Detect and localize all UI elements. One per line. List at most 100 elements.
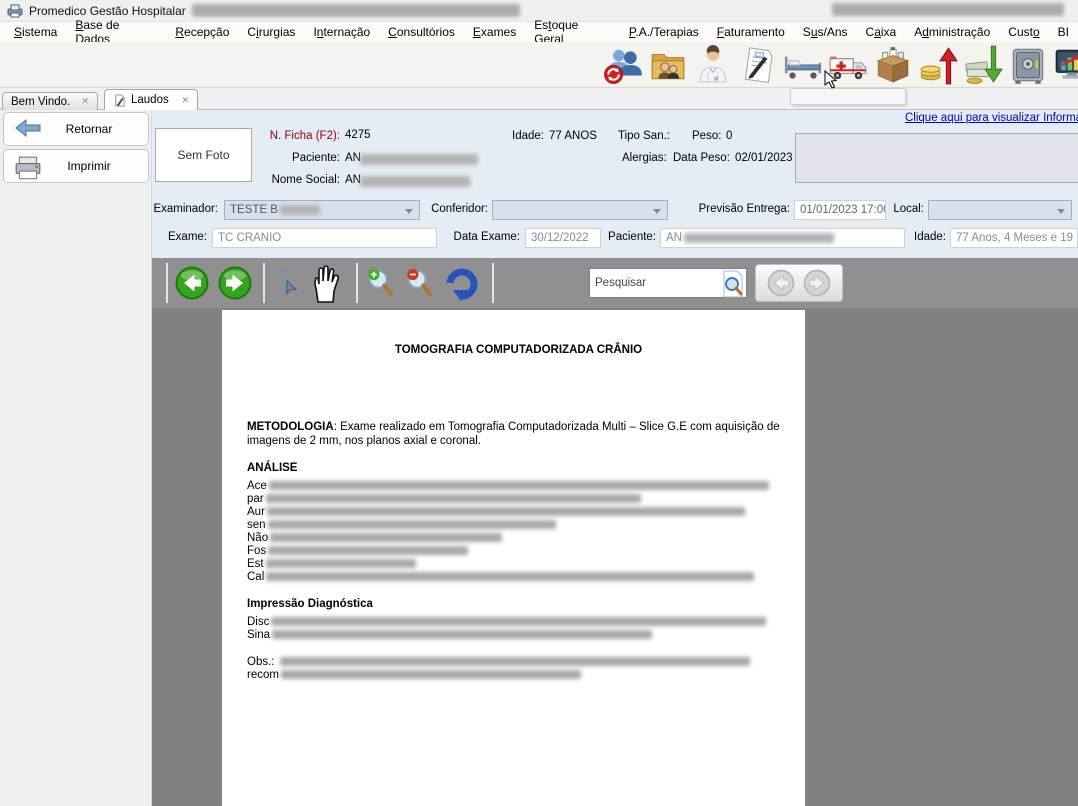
close-icon[interactable]: ✕ (181, 95, 189, 106)
redacted-text (270, 533, 502, 542)
idade-value: 77 ANOS (549, 130, 597, 142)
data-peso-label: Data Peso: (673, 152, 730, 164)
app-icon (7, 3, 23, 19)
redacted-text (280, 657, 750, 666)
menu-faturamento[interactable]: Faturamento (708, 23, 794, 41)
medical-report-icon[interactable] (737, 44, 779, 86)
pharmacy-stock-icon[interactable] (872, 44, 914, 86)
prev-result-button[interactable] (766, 268, 796, 298)
hospital-bed-icon[interactable] (782, 44, 824, 86)
nav-prev-icon[interactable] (174, 265, 210, 301)
refresh-icon[interactable] (442, 263, 482, 303)
peso-value: 0 (726, 130, 732, 142)
menu-sus-ans[interactable]: Sus/Ans (794, 23, 857, 41)
empty-tooltip (790, 88, 906, 105)
paciente-value-prefix: AN (345, 152, 361, 164)
examinador-select[interactable]: TESTE B (224, 200, 420, 220)
tab-bem-vindo[interactable]: Bem Vindo. ✕ (2, 92, 98, 110)
nome-social-value-prefix: AN (345, 174, 361, 186)
result-nav-group (755, 264, 843, 302)
toolbar-separator (166, 263, 168, 303)
nav-next-icon[interactable] (217, 265, 253, 301)
previsao-input[interactable]: 01/01/2023 17:00 (794, 200, 886, 220)
line-prefix: Aur (247, 506, 265, 518)
redacted-examinador-name (280, 205, 320, 215)
tab-laudos[interactable]: Laudos ✕ (104, 89, 198, 110)
conferidor-select[interactable] (492, 200, 668, 220)
redacted-titlebar-text (832, 3, 1064, 16)
sync-users-icon[interactable] (602, 44, 644, 86)
idade-label: Idade: (512, 130, 544, 142)
impressao-lines: DiscSina (247, 615, 790, 641)
menu-p-a-terapias[interactable]: P.A./Terapias (620, 23, 708, 41)
doctor-icon[interactable] (692, 44, 734, 86)
menu-sistema[interactable]: Sistema (5, 23, 66, 41)
menu-caixa[interactable]: Caixa (857, 23, 906, 41)
patient-folder-icon[interactable] (647, 44, 689, 86)
redacted-line: Fos (247, 544, 790, 557)
nome-social-label: Nome Social: (236, 174, 340, 186)
report-viewer: TOMOGRAFIA COMPUTADORIZADA CRÂNIO METODO… (152, 308, 1078, 806)
redacted-line: Est (247, 557, 790, 570)
next-result-button[interactable] (802, 268, 832, 298)
menu-cirurgias[interactable]: Cirurgias (238, 23, 304, 41)
text-select-icon[interactable] (271, 267, 299, 299)
view-info-link[interactable]: Clique aqui para visualizar Informaç (905, 112, 1078, 124)
redacted-patient-name (360, 176, 470, 187)
exam-header-panel: Clique aqui para visualizar Informaç Sem… (152, 110, 1078, 258)
return-button[interactable]: Retornar (3, 112, 149, 146)
local-select[interactable] (928, 200, 1072, 220)
redacted-patient-name (360, 154, 478, 165)
paciente-exame-input[interactable]: AN (660, 228, 905, 248)
zoom-out-icon[interactable] (403, 266, 435, 300)
main-toolbar (0, 42, 1078, 88)
redacted-text (266, 572, 754, 581)
idade-exame-input[interactable]: 77 Anos, 4 Meses e 19 D (950, 228, 1078, 248)
impressao-heading: Impressão Diagnóstica (247, 598, 790, 610)
safe-icon[interactable] (1007, 44, 1049, 86)
paciente-exame-label: Paciente: (606, 231, 656, 243)
menu-administra-o[interactable]: Administração (905, 23, 999, 41)
redacted-line: Ace (247, 479, 790, 492)
examinador-label: Examinador: (152, 203, 218, 215)
toolbar-separator (356, 263, 358, 303)
bi-chart-icon[interactable] (1052, 44, 1078, 86)
analise-heading: ANÁLISE (247, 462, 790, 474)
line-prefix: Ace (247, 480, 267, 492)
left-action-panel: Retornar Imprimir (0, 110, 152, 806)
menu-bi[interactable]: BI (1049, 23, 1078, 41)
menu-recep-o[interactable]: Recepção (166, 23, 238, 41)
alergias-field[interactable] (795, 133, 1078, 183)
redacted-line: sen (247, 518, 790, 531)
money-up-icon[interactable] (917, 44, 959, 86)
menu-interna-o[interactable]: Internação (304, 23, 379, 41)
menu-consult-rios[interactable]: Consultórios (379, 23, 464, 41)
print-button[interactable]: Imprimir (3, 149, 149, 183)
data-exame-input[interactable]: 30/12/2022 (525, 228, 601, 248)
hand-pan-icon[interactable] (306, 262, 346, 304)
redacted-line: Aur (247, 505, 790, 518)
menu-bar: SistemaBase de DadosRecepçãoCirurgiasInt… (0, 22, 1078, 42)
zoom-in-icon[interactable] (364, 266, 396, 300)
close-icon[interactable]: ✕ (81, 96, 89, 107)
exame-input[interactable]: TC CRANIO (212, 228, 437, 248)
obs-lines: Obs.: recom (247, 655, 790, 681)
menu-exames[interactable]: Exames (464, 23, 525, 41)
menu-custo[interactable]: Custo (999, 23, 1048, 41)
redacted-text (266, 494, 641, 503)
money-down-icon[interactable] (962, 44, 1004, 86)
redacted-line: par (247, 492, 790, 505)
line-prefix: Cal (247, 571, 264, 583)
search-input[interactable] (590, 277, 720, 289)
redacted-titlebar-text (192, 4, 520, 17)
print-button-label: Imprimir (46, 159, 148, 173)
redacted-line: Obs.: (247, 655, 790, 668)
tab-strip: Bem Vindo. ✕ Laudos ✕ (0, 88, 1078, 110)
search-document-icon[interactable] (720, 269, 746, 297)
idade-exame-label: Idade: (910, 231, 946, 243)
metodologia-label: METODOLOGIA (247, 421, 334, 433)
previsao-label: Previsão Entrega: (693, 203, 790, 215)
tipo-san-label: Tipo San.: (618, 130, 670, 142)
redacted-text (269, 481, 769, 490)
tab-label: Bem Vindo. (11, 96, 70, 108)
